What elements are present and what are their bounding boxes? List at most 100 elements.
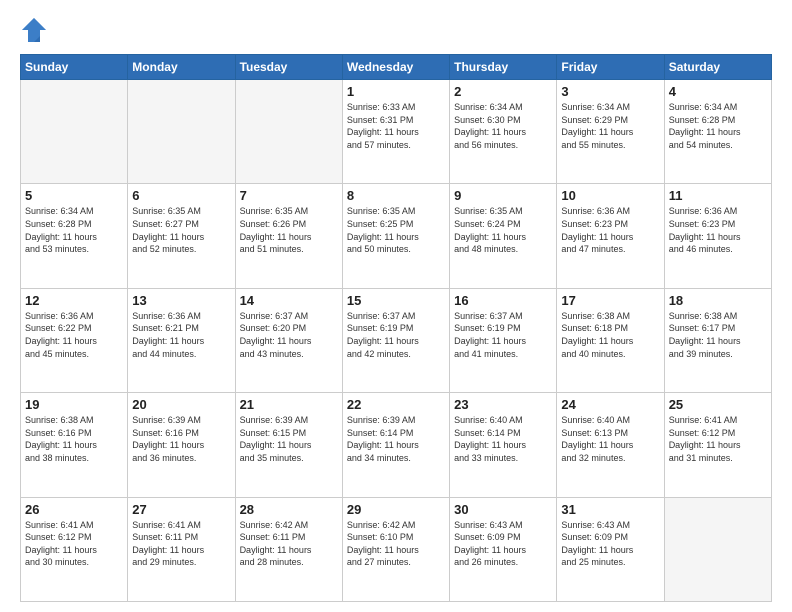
day-info: Sunrise: 6:33 AM Sunset: 6:31 PM Dayligh…: [347, 101, 445, 151]
day-number: 10: [561, 188, 659, 203]
day-info: Sunrise: 6:43 AM Sunset: 6:09 PM Dayligh…: [561, 519, 659, 569]
weekday-header-monday: Monday: [128, 55, 235, 80]
week-row-1: 1 Sunrise: 6:33 AM Sunset: 6:31 PM Daylig…: [21, 80, 772, 184]
day-info: Sunrise: 6:35 AM Sunset: 6:25 PM Dayligh…: [347, 205, 445, 255]
day-number: 9: [454, 188, 552, 203]
calendar-cell: 27 Sunrise: 6:41 AM Sunset: 6:11 PM Dayli…: [128, 497, 235, 601]
calendar-cell: 1 Sunrise: 6:33 AM Sunset: 6:31 PM Daylig…: [342, 80, 449, 184]
day-info: Sunrise: 6:37 AM Sunset: 6:19 PM Dayligh…: [454, 310, 552, 360]
day-number: 15: [347, 293, 445, 308]
day-info: Sunrise: 6:41 AM Sunset: 6:12 PM Dayligh…: [669, 414, 767, 464]
day-info: Sunrise: 6:38 AM Sunset: 6:16 PM Dayligh…: [25, 414, 123, 464]
day-number: 13: [132, 293, 230, 308]
day-number: 25: [669, 397, 767, 412]
day-info: Sunrise: 6:35 AM Sunset: 6:24 PM Dayligh…: [454, 205, 552, 255]
day-number: 14: [240, 293, 338, 308]
day-info: Sunrise: 6:41 AM Sunset: 6:12 PM Dayligh…: [25, 519, 123, 569]
day-info: Sunrise: 6:39 AM Sunset: 6:14 PM Dayligh…: [347, 414, 445, 464]
calendar-cell: 15 Sunrise: 6:37 AM Sunset: 6:19 PM Dayli…: [342, 288, 449, 392]
day-info: Sunrise: 6:38 AM Sunset: 6:17 PM Dayligh…: [669, 310, 767, 360]
calendar-cell: 14 Sunrise: 6:37 AM Sunset: 6:20 PM Dayli…: [235, 288, 342, 392]
calendar-cell: 28 Sunrise: 6:42 AM Sunset: 6:11 PM Dayli…: [235, 497, 342, 601]
calendar-cell: 9 Sunrise: 6:35 AM Sunset: 6:24 PM Daylig…: [450, 184, 557, 288]
calendar-cell: 4 Sunrise: 6:34 AM Sunset: 6:28 PM Daylig…: [664, 80, 771, 184]
day-info: Sunrise: 6:34 AM Sunset: 6:28 PM Dayligh…: [25, 205, 123, 255]
calendar-cell: 7 Sunrise: 6:35 AM Sunset: 6:26 PM Daylig…: [235, 184, 342, 288]
day-number: 3: [561, 84, 659, 99]
day-info: Sunrise: 6:36 AM Sunset: 6:22 PM Dayligh…: [25, 310, 123, 360]
calendar-table: SundayMondayTuesdayWednesdayThursdayFrid…: [20, 54, 772, 602]
weekday-header-wednesday: Wednesday: [342, 55, 449, 80]
day-number: 17: [561, 293, 659, 308]
day-info: Sunrise: 6:42 AM Sunset: 6:11 PM Dayligh…: [240, 519, 338, 569]
day-info: Sunrise: 6:41 AM Sunset: 6:11 PM Dayligh…: [132, 519, 230, 569]
calendar-cell: 13 Sunrise: 6:36 AM Sunset: 6:21 PM Dayli…: [128, 288, 235, 392]
day-number: 21: [240, 397, 338, 412]
page: SundayMondayTuesdayWednesdayThursdayFrid…: [0, 0, 792, 612]
calendar-cell: 18 Sunrise: 6:38 AM Sunset: 6:17 PM Dayli…: [664, 288, 771, 392]
weekday-header-thursday: Thursday: [450, 55, 557, 80]
day-number: 28: [240, 502, 338, 517]
day-info: Sunrise: 6:36 AM Sunset: 6:23 PM Dayligh…: [669, 205, 767, 255]
calendar-cell: 23Sunrise: 6:40 AM Sunset: 6:14 PM Dayli…: [450, 393, 557, 497]
day-number: 12: [25, 293, 123, 308]
calendar-cell: 26Sunrise: 6:41 AM Sunset: 6:12 PM Dayli…: [21, 497, 128, 601]
day-number: 2: [454, 84, 552, 99]
weekday-header-saturday: Saturday: [664, 55, 771, 80]
calendar-cell: 30 Sunrise: 6:43 AM Sunset: 6:09 PM Dayli…: [450, 497, 557, 601]
calendar-cell: 20 Sunrise: 6:39 AM Sunset: 6:16 PM Dayli…: [128, 393, 235, 497]
calendar-cell: 16 Sunrise: 6:37 AM Sunset: 6:19 PM Dayli…: [450, 288, 557, 392]
day-info: Sunrise: 6:34 AM Sunset: 6:30 PM Dayligh…: [454, 101, 552, 151]
day-info: Sunrise: 6:34 AM Sunset: 6:28 PM Dayligh…: [669, 101, 767, 151]
calendar-cell: 3 Sunrise: 6:34 AM Sunset: 6:29 PM Daylig…: [557, 80, 664, 184]
day-number: 6: [132, 188, 230, 203]
day-number: 19: [25, 397, 123, 412]
day-number: 27: [132, 502, 230, 517]
day-number: 23: [454, 397, 552, 412]
calendar-cell: 5 Sunrise: 6:34 AM Sunset: 6:28 PM Daylig…: [21, 184, 128, 288]
day-info: Sunrise: 6:35 AM Sunset: 6:26 PM Dayligh…: [240, 205, 338, 255]
calendar-cell: 29Sunrise: 6:42 AM Sunset: 6:10 PM Dayli…: [342, 497, 449, 601]
weekday-header-friday: Friday: [557, 55, 664, 80]
day-number: 30: [454, 502, 552, 517]
day-number: 22: [347, 397, 445, 412]
calendar-cell: 21 Sunrise: 6:39 AM Sunset: 6:15 PM Dayli…: [235, 393, 342, 497]
calendar-cell: 10 Sunrise: 6:36 AM Sunset: 6:23 PM Dayli…: [557, 184, 664, 288]
day-number: 31: [561, 502, 659, 517]
day-info: Sunrise: 6:39 AM Sunset: 6:16 PM Dayligh…: [132, 414, 230, 464]
day-number: 5: [25, 188, 123, 203]
weekday-header-row: SundayMondayTuesdayWednesdayThursdayFrid…: [21, 55, 772, 80]
day-info: Sunrise: 6:39 AM Sunset: 6:15 PM Dayligh…: [240, 414, 338, 464]
week-row-5: 26Sunrise: 6:41 AM Sunset: 6:12 PM Dayli…: [21, 497, 772, 601]
day-info: Sunrise: 6:34 AM Sunset: 6:29 PM Dayligh…: [561, 101, 659, 151]
day-info: Sunrise: 6:37 AM Sunset: 6:20 PM Dayligh…: [240, 310, 338, 360]
week-row-4: 19 Sunrise: 6:38 AM Sunset: 6:16 PM Dayli…: [21, 393, 772, 497]
calendar-cell: 8 Sunrise: 6:35 AM Sunset: 6:25 PM Daylig…: [342, 184, 449, 288]
day-number: 18: [669, 293, 767, 308]
week-row-2: 5 Sunrise: 6:34 AM Sunset: 6:28 PM Daylig…: [21, 184, 772, 288]
day-info: Sunrise: 6:36 AM Sunset: 6:23 PM Dayligh…: [561, 205, 659, 255]
day-number: 16: [454, 293, 552, 308]
calendar-cell: 19 Sunrise: 6:38 AM Sunset: 6:16 PM Dayli…: [21, 393, 128, 497]
calendar-cell: 17 Sunrise: 6:38 AM Sunset: 6:18 PM Dayli…: [557, 288, 664, 392]
weekday-header-sunday: Sunday: [21, 55, 128, 80]
calendar-cell: 25 Sunrise: 6:41 AM Sunset: 6:12 PM Dayli…: [664, 393, 771, 497]
day-info: Sunrise: 6:36 AM Sunset: 6:21 PM Dayligh…: [132, 310, 230, 360]
day-number: 20: [132, 397, 230, 412]
day-info: Sunrise: 6:35 AM Sunset: 6:27 PM Dayligh…: [132, 205, 230, 255]
day-number: 1: [347, 84, 445, 99]
day-info: Sunrise: 6:37 AM Sunset: 6:19 PM Dayligh…: [347, 310, 445, 360]
day-info: Sunrise: 6:40 AM Sunset: 6:13 PM Dayligh…: [561, 414, 659, 464]
day-number: 24: [561, 397, 659, 412]
day-number: 8: [347, 188, 445, 203]
calendar-cell: [21, 80, 128, 184]
day-info: Sunrise: 6:43 AM Sunset: 6:09 PM Dayligh…: [454, 519, 552, 569]
day-number: 4: [669, 84, 767, 99]
day-info: Sunrise: 6:38 AM Sunset: 6:18 PM Dayligh…: [561, 310, 659, 360]
week-row-3: 12 Sunrise: 6:36 AM Sunset: 6:22 PM Dayli…: [21, 288, 772, 392]
day-number: 11: [669, 188, 767, 203]
logo-icon: [20, 16, 48, 44]
day-number: 29: [347, 502, 445, 517]
day-number: 7: [240, 188, 338, 203]
weekday-header-tuesday: Tuesday: [235, 55, 342, 80]
